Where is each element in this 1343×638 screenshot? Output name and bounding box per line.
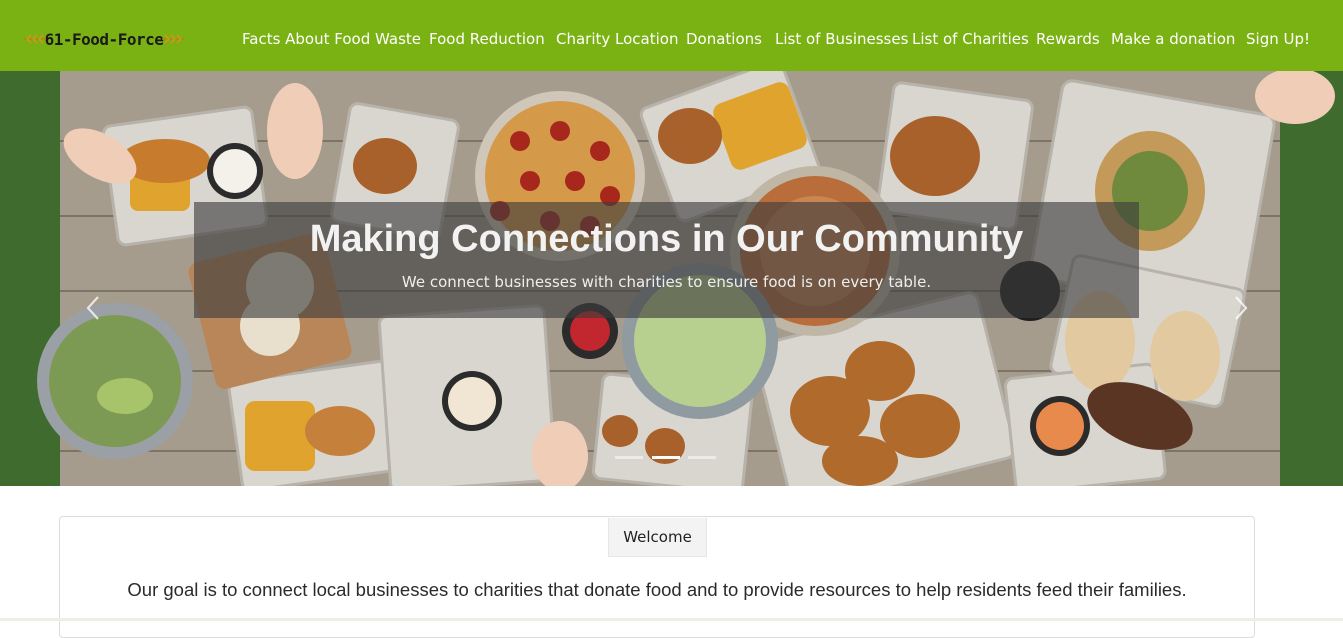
mission-statement: Our goal is to connect local businesses … — [127, 579, 1187, 600]
nav-link-list-of-charities[interactable]: List of Charities — [912, 29, 1029, 49]
carousel-indicator-1[interactable] — [615, 456, 643, 459]
nav-link-rewards[interactable]: Rewards — [1036, 29, 1100, 49]
navbar: 61-Food-Force Facts About Food Waste Foo… — [0, 0, 1343, 71]
carousel-indicator-2[interactable] — [652, 456, 680, 459]
chevron-right-icon[interactable] — [1228, 293, 1252, 323]
welcome-tab[interactable]: Welcome — [608, 518, 707, 557]
nav-link-make-a-donation[interactable]: Make a donation — [1111, 29, 1235, 49]
brand-name: 61-Food-Force — [44, 29, 164, 49]
nav-link-food-reduction[interactable]: Food Reduction — [429, 29, 545, 49]
chevron-left-icon[interactable] — [82, 293, 106, 323]
nav-link-sign-up[interactable]: Sign Up! — [1246, 29, 1310, 49]
hero-subtitle: We connect businesses with charities to … — [401, 273, 932, 291]
wheat-left-icon — [24, 34, 46, 44]
carousel-indicator-3[interactable] — [688, 456, 716, 459]
hero-carousel: Making Connections in Our Community We c… — [0, 71, 1343, 486]
nav-link-facts-about-food-waste[interactable]: Facts About Food Waste — [242, 29, 421, 49]
brand-logo[interactable]: 61-Food-Force — [23, 27, 185, 51]
nav-link-list-of-businesses[interactable]: List of Businesses — [775, 29, 908, 49]
nav-link-charity-location[interactable]: Charity Location — [556, 29, 678, 49]
nav-link-donations[interactable]: Donations — [686, 29, 762, 49]
hero-title: Making Connections in Our Community — [309, 218, 1024, 260]
wheat-right-icon — [162, 34, 184, 44]
hero-caption: Making Connections in Our Community We c… — [194, 202, 1139, 318]
